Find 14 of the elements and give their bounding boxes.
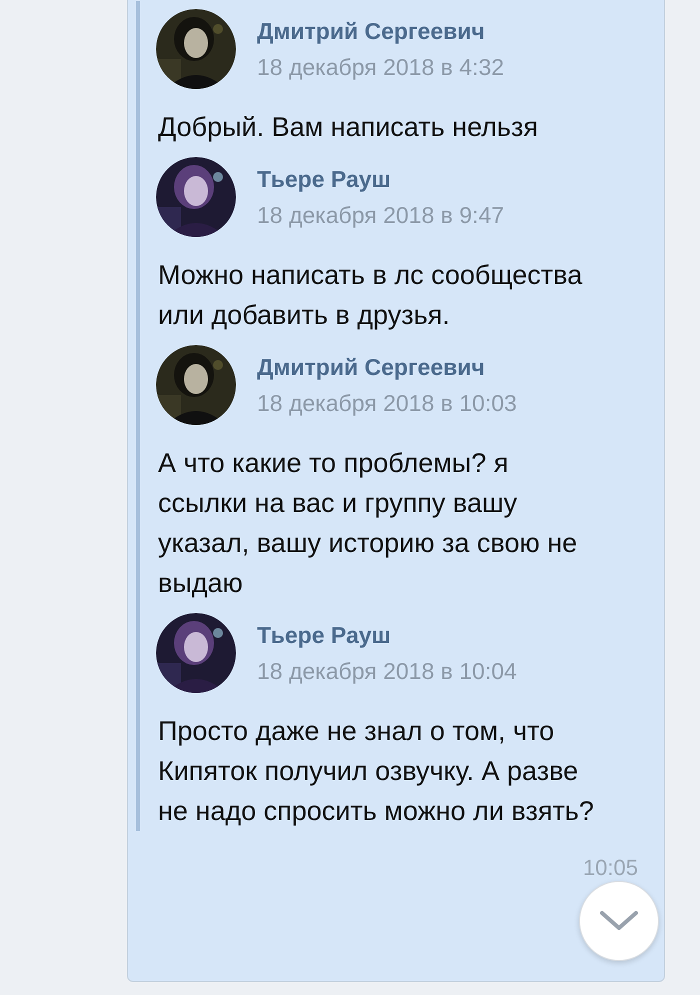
- comment-date: 18 декабря 2018 в 9:47: [257, 202, 504, 228]
- message-time: 10:05: [582, 855, 638, 881]
- comment-text: А что какие то проблемы? я ссылки на вас и группу вашу указал, вашу историю за свою не выдаю: [158, 447, 578, 600]
- author-name[interactable]: Дмитрий Сергеевич: [257, 354, 517, 380]
- comment-text: Можно написать в лс сообщества или добавить в друзья.: [158, 259, 584, 332]
- author-name[interactable]: Тьере Рауш: [257, 622, 517, 648]
- author-name[interactable]: Тьере Рауш: [257, 166, 504, 192]
- chevron-down-icon: [599, 910, 639, 932]
- comment-date: 18 декабря 2018 в 10:04: [257, 658, 517, 684]
- comment-text: Просто даже не знал о том, что Кипяток получил озвучку. А разве не надо спросить можно ли взять?: [158, 715, 595, 828]
- comment-date: 18 декабря 2018 в 10:03: [257, 390, 517, 416]
- author-name[interactable]: Дмитрий Сергеевич: [257, 18, 504, 44]
- comment-date: 18 декабря 2018 в 4:32: [257, 54, 504, 80]
- comment-text: Добрый. Вам написать нельзя: [158, 111, 540, 144]
